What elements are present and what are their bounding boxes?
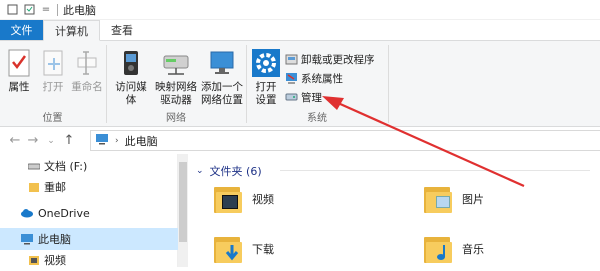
folder-label: 音乐 <box>462 243 484 256</box>
pc-small-icon <box>95 133 109 148</box>
group-location-label: 位置 <box>42 113 63 124</box>
folder-label: 下载 <box>252 243 274 256</box>
address-bar: ← → ⌄ ↑ › 此电脑 <box>0 127 600 154</box>
map-drive-label-1: 映射网络 <box>155 81 197 93</box>
checkbox-icon[interactable] <box>23 4 35 16</box>
system-properties-button[interactable]: 系统属性 <box>285 71 343 86</box>
nav-item-folder[interactable]: 重邮 <box>0 176 178 198</box>
video-folder-icon <box>28 254 40 266</box>
open-settings-button[interactable]: 打开 设置 <box>251 47 281 107</box>
nav-item-drive[interactable]: 文档 (F:) <box>0 155 178 177</box>
access-media-label: 访问媒体 <box>115 81 147 106</box>
address-field[interactable]: › 此电脑 <box>90 130 600 151</box>
open-label: 打开 <box>42 81 64 93</box>
nav-video-label: 视频 <box>44 254 66 267</box>
group-system: 打开 设置 卸载或更改程序 系统属性 管理 系统 <box>247 41 387 127</box>
ribbon-tabs: 文件 计算机 查看 <box>0 20 600 41</box>
gear-icon <box>250 47 282 79</box>
path-chevron-icon[interactable]: › <box>115 136 119 146</box>
address-path: 此电脑 <box>124 134 158 148</box>
open-settings-label-1: 打开 <box>255 81 277 93</box>
uninstall-label: 卸载或更改程序 <box>301 54 375 66</box>
add-location-label-2: 网络位置 <box>201 94 243 106</box>
nav-item-thispc[interactable]: 此电脑 <box>0 228 178 250</box>
group-network: 访问媒体 映射网络 驱动器 添加一个 网络位置 网络 <box>107 41 245 127</box>
uninstall-icon <box>285 53 298 66</box>
nav-scrollbar[interactable] <box>178 154 188 267</box>
folder-item-video[interactable]: 视频 <box>214 184 274 214</box>
music-folder-icon <box>424 234 454 264</box>
properties-icon <box>3 47 35 79</box>
drive-icon <box>27 160 41 172</box>
properties-button[interactable]: 属性 <box>4 47 34 94</box>
folder-item-music[interactable]: 音乐 <box>424 234 484 264</box>
tab-view[interactable]: 查看 <box>100 20 144 40</box>
save-icon[interactable] <box>6 4 18 16</box>
downloads-folder-icon <box>214 234 244 264</box>
rename-label: 重命名 <box>71 81 103 93</box>
title-bar: = 此电脑 <box>0 0 600 20</box>
monitor-icon <box>206 47 238 79</box>
add-network-location-button[interactable]: 添加一个 网络位置 <box>199 47 245 107</box>
nav-folder-label: 重邮 <box>44 181 66 194</box>
recent-chevron-icon[interactable]: ⌄ <box>42 132 60 150</box>
section-title: 文件夹 (6) <box>209 165 262 178</box>
system-properties-icon <box>285 72 298 85</box>
folder-label: 视频 <box>252 193 274 206</box>
window-title: 此电脑 <box>63 3 96 17</box>
quick-access-pin[interactable]: = <box>40 4 52 16</box>
media-icon <box>115 47 147 79</box>
pictures-folder-icon <box>424 184 454 214</box>
access-media-button[interactable]: 访问媒体 <box>111 47 151 107</box>
up-arrow-icon[interactable]: ↑ <box>60 132 78 150</box>
tab-computer[interactable]: 计算机 <box>43 20 100 41</box>
video-folder-icon <box>214 184 244 214</box>
forward-arrow-icon[interactable]: → <box>24 132 42 150</box>
tab-file[interactable]: 文件 <box>0 20 43 40</box>
open-icon <box>37 47 69 79</box>
group-system-label: 系统 <box>307 113 327 124</box>
network-drive-icon <box>160 47 192 79</box>
section-header[interactable]: ⌄ 文件夹 (6) <box>196 163 262 179</box>
map-drive-button[interactable]: 映射网络 驱动器 <box>153 47 199 107</box>
computer-manage-icon <box>285 91 298 104</box>
pc-icon <box>20 233 34 245</box>
nav-item-video[interactable]: 视频 <box>0 249 178 271</box>
cloud-icon <box>20 207 34 219</box>
properties-label: 属性 <box>8 81 30 93</box>
open-button[interactable]: 打开 <box>38 47 68 94</box>
add-location-label-1: 添加一个 <box>201 81 243 93</box>
folder-item-downloads[interactable]: 下载 <box>214 234 274 264</box>
open-settings-label-2: 设置 <box>255 94 277 106</box>
ribbon: 属性 打开 重命名 位置 访问媒体 映射网络 驱动器 添加一个 网络位置 网络 … <box>0 41 600 127</box>
navigation-pane: 文档 (F:) 重邮 OneDrive 此电脑 视频 <box>0 154 178 267</box>
nav-onedrive-label: OneDrive <box>38 206 90 220</box>
section-divider <box>280 170 590 171</box>
uninstall-button[interactable]: 卸载或更改程序 <box>285 52 375 67</box>
nav-thispc-label: 此电脑 <box>38 233 71 246</box>
folder-label: 图片 <box>462 193 484 206</box>
group-network-label: 网络 <box>166 113 186 124</box>
system-properties-label: 系统属性 <box>301 73 343 85</box>
content-pane: ⌄ 文件夹 (6) 视频 图片 下载 音乐 <box>188 154 600 267</box>
rename-button[interactable]: 重命名 <box>70 47 104 94</box>
group-divider <box>388 45 389 123</box>
manage-label: 管理 <box>301 92 322 104</box>
folder-icon <box>28 181 40 193</box>
scrollbar-thumb[interactable] <box>179 162 187 242</box>
group-location: 属性 打开 重命名 位置 <box>0 41 105 127</box>
collapse-chevron-icon[interactable]: ⌄ <box>196 166 204 176</box>
nav-drive-label: 文档 (F:) <box>44 160 88 173</box>
manage-button[interactable]: 管理 <box>285 90 322 105</box>
back-arrow-icon[interactable]: ← <box>6 132 24 150</box>
title-separator <box>57 3 58 16</box>
rename-icon <box>71 47 103 79</box>
nav-item-onedrive[interactable]: OneDrive <box>0 202 178 224</box>
map-drive-label-2: 驱动器 <box>160 94 192 106</box>
folder-item-pictures[interactable]: 图片 <box>424 184 484 214</box>
